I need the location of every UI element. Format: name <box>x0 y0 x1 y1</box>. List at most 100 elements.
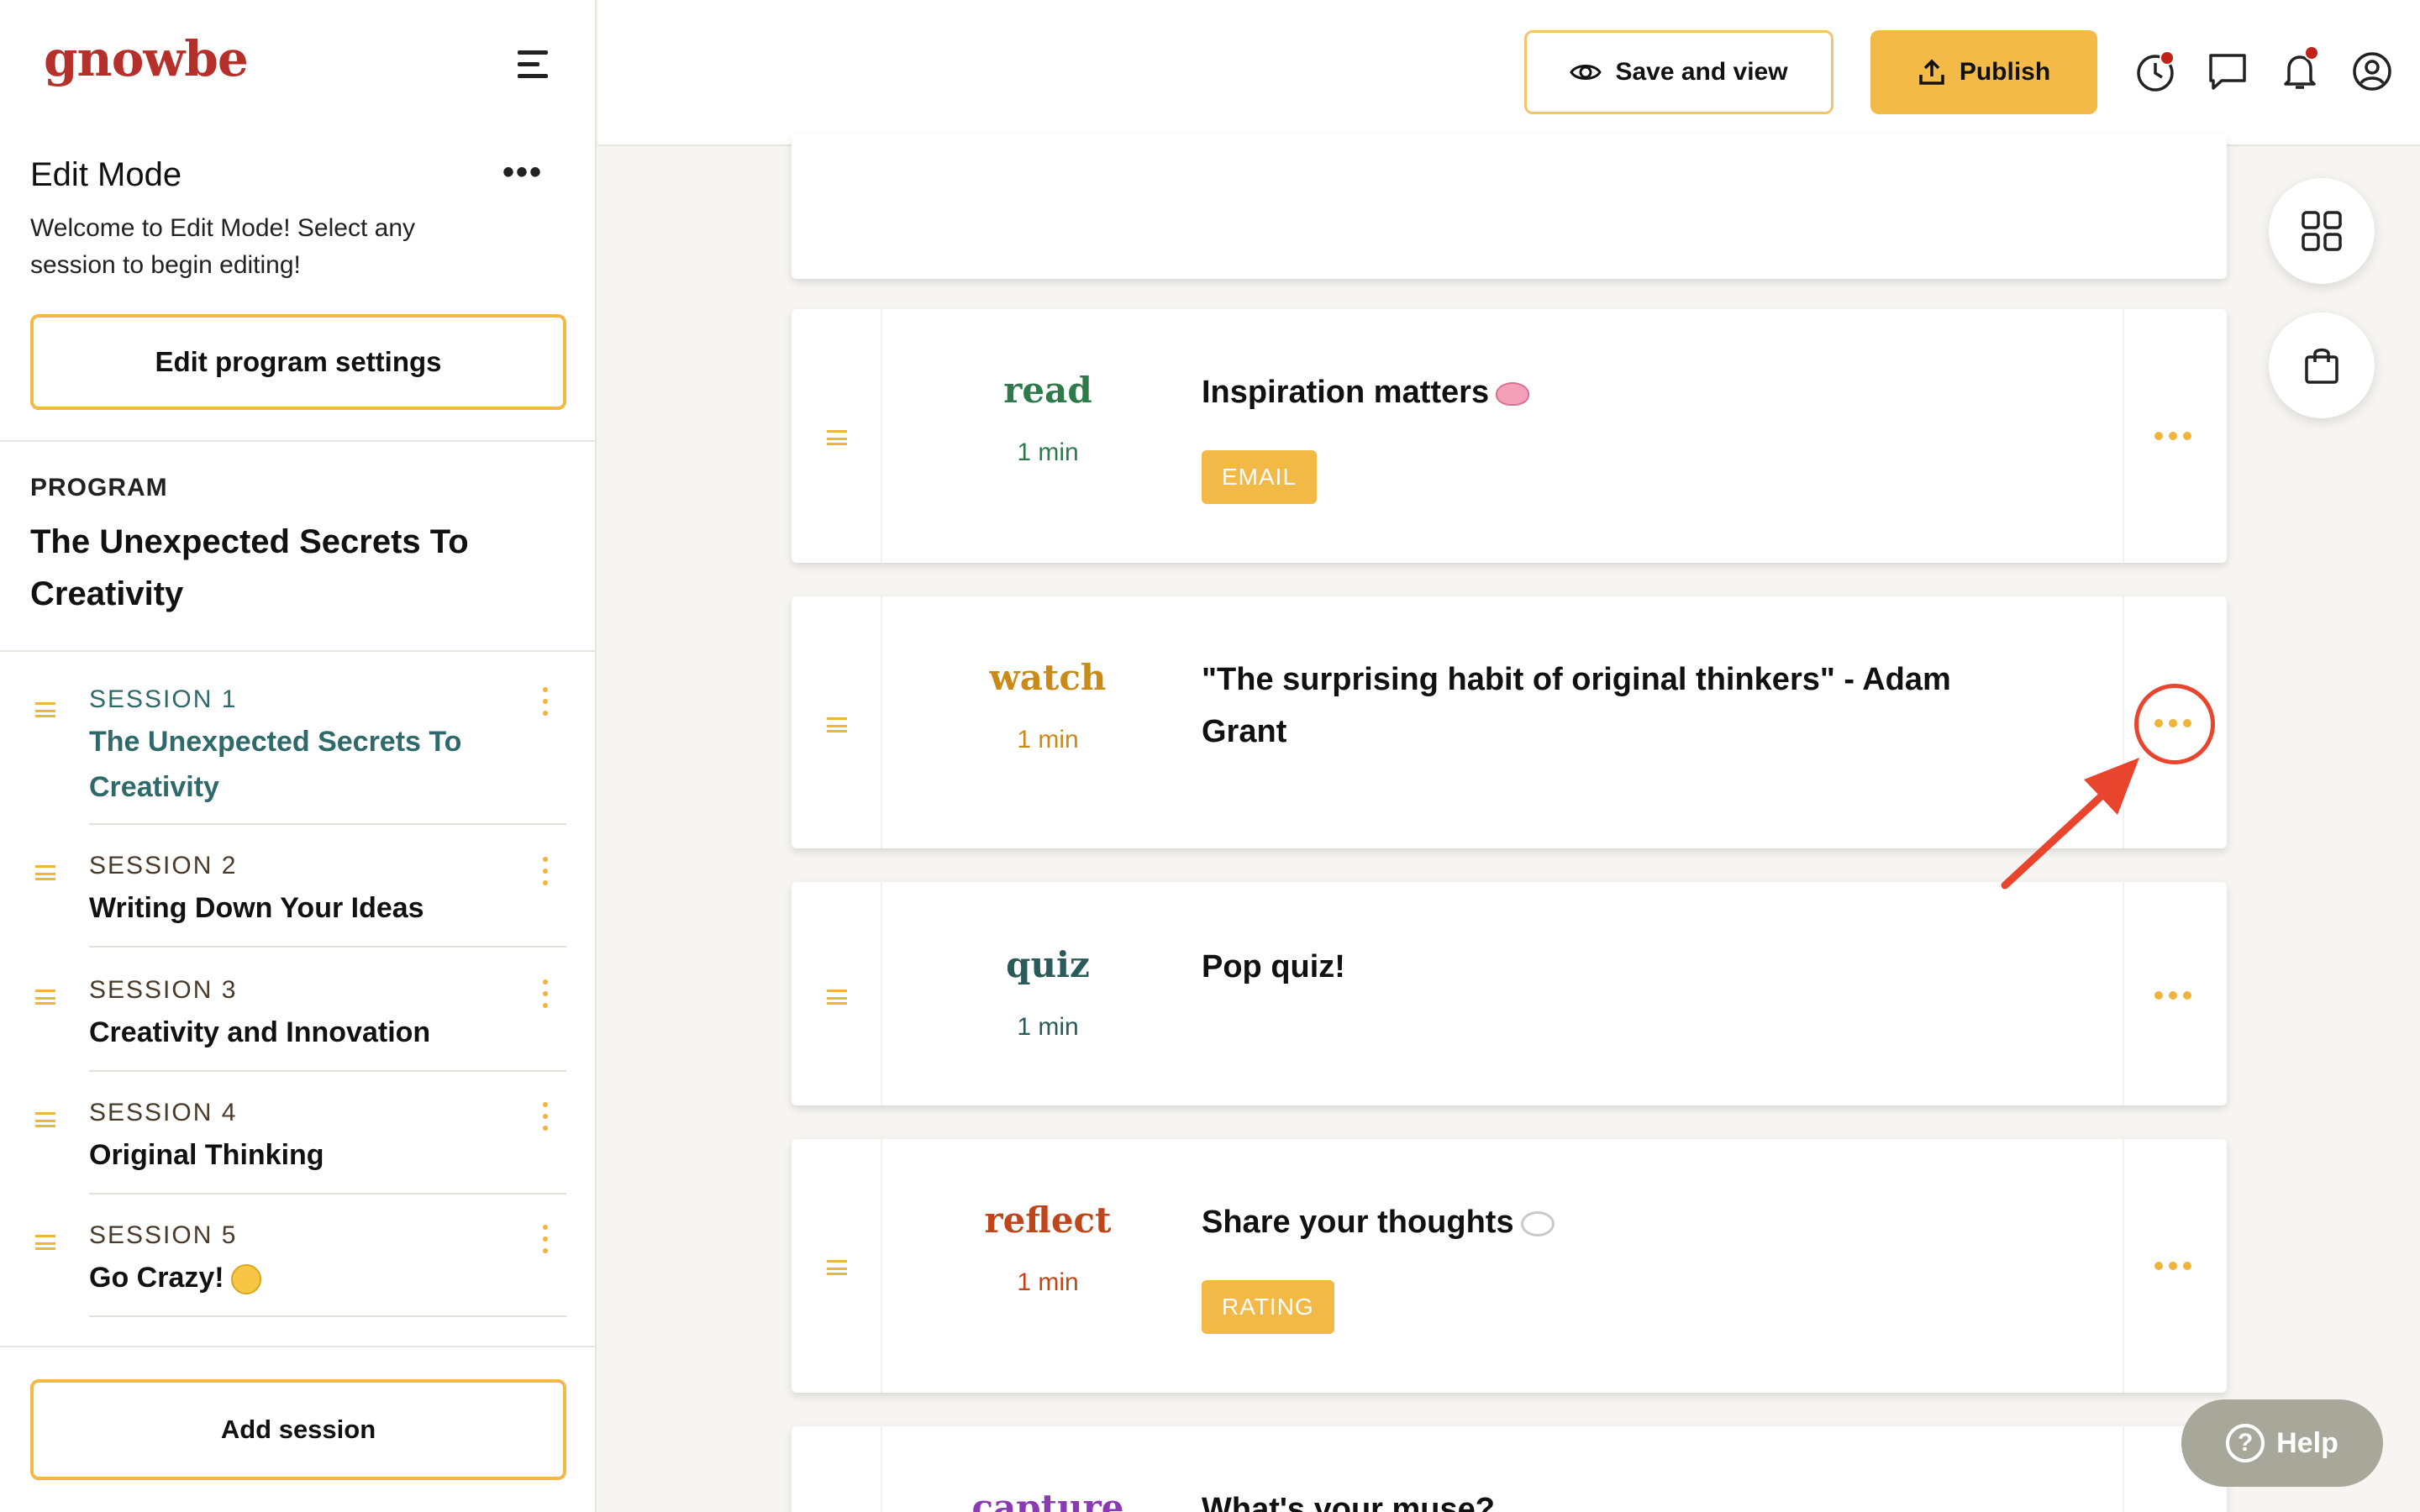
gnowbe-logo[interactable]: gnowbe <box>44 30 249 87</box>
drag-handle-icon[interactable] <box>35 702 55 717</box>
session-title: Creativity and Innovation <box>89 1016 431 1048</box>
add-session-button[interactable]: Add session <box>30 1379 566 1480</box>
card-type: read <box>1003 370 1092 411</box>
question-icon: ? <box>2226 1424 2265 1462</box>
session-title: Go Crazy! <box>89 1255 509 1300</box>
chat-icon[interactable] <box>2207 50 2249 92</box>
grid-view-button[interactable] <box>2269 178 2375 284</box>
session-menu-icon[interactable] <box>541 1102 550 1132</box>
drag-handle-icon[interactable] <box>827 990 847 1005</box>
card-title: Inspiration matters <box>1202 366 2008 418</box>
card-more-icon[interactable] <box>2153 991 2193 1001</box>
divider <box>0 440 595 442</box>
card-separator <box>2123 1426 2124 1512</box>
shop-button[interactable] <box>2269 312 2375 418</box>
card-separator <box>881 882 882 1105</box>
drag-handle-icon[interactable] <box>827 430 847 445</box>
publish-label: Publish <box>1959 58 2051 86</box>
card-separator <box>2123 1139 2124 1393</box>
session-menu-icon[interactable] <box>541 979 550 1010</box>
divider <box>89 1193 566 1194</box>
drag-handle-icon[interactable] <box>827 717 847 732</box>
card-separator <box>881 1139 882 1393</box>
session-number: SESSION 1 <box>89 685 238 713</box>
drag-handle-icon[interactable] <box>35 990 55 1005</box>
session-menu-icon[interactable] <box>541 1225 550 1255</box>
card-separator <box>2123 882 2124 1105</box>
notification-dot <box>2160 50 2175 66</box>
top-header: Save and view Publish <box>598 0 2420 146</box>
brain-emoji-icon <box>1496 381 1530 406</box>
card-duration: 1 min <box>1017 1268 1079 1296</box>
session-menu-icon[interactable] <box>541 857 550 887</box>
card-separator <box>2123 309 2124 563</box>
card-partial[interactable] <box>792 134 2227 279</box>
grid-icon <box>2302 211 2342 251</box>
divider <box>89 1315 566 1317</box>
publish-button[interactable]: Publish <box>1870 30 2097 114</box>
session-number: SESSION 2 <box>89 852 238 879</box>
session-menu-icon[interactable] <box>541 687 550 717</box>
help-button[interactable]: ? Help <box>2181 1399 2383 1487</box>
program-label: PROGRAM <box>30 474 168 501</box>
card-duration: 1 min <box>1017 726 1079 753</box>
card-more-icon[interactable] <box>2153 1262 2193 1272</box>
card-title-text: Inspiration matters <box>1202 375 1490 410</box>
shopping-bag-icon <box>2305 348 2338 384</box>
card-type: capture <box>971 1487 1124 1512</box>
divider <box>89 1070 566 1072</box>
session-number: SESSION 4 <box>89 1099 238 1126</box>
save-and-view-button[interactable]: Save and view <box>1524 30 1833 114</box>
card-more-icon[interactable] <box>2153 432 2193 442</box>
card-type: watch <box>989 657 1107 698</box>
session-title: The Unexpected Secrets To Creativity <box>89 726 462 803</box>
exploding-head-emoji-icon <box>230 1264 261 1295</box>
account-icon[interactable] <box>2351 50 2393 92</box>
eye-icon <box>1570 65 1602 80</box>
card-separator <box>881 1426 882 1512</box>
card-separator <box>881 596 882 848</box>
card-title: What's your muse? <box>1202 1492 1495 1512</box>
edit-mode-description: Welcome to Edit Mode! Select any session… <box>30 214 415 279</box>
program-title: The Unexpected Secrets To Creativity <box>30 523 469 612</box>
drag-handle-icon[interactable] <box>35 865 55 880</box>
thought-bubble-emoji-icon <box>1520 1210 1555 1236</box>
bell-icon[interactable] <box>2279 45 2321 92</box>
session-number: SESSION 5 <box>89 1221 238 1249</box>
drag-handle-icon[interactable] <box>35 1112 55 1127</box>
card-read[interactable]: read 1 min Inspiration matters EMAIL <box>792 309 2227 563</box>
card-separator <box>881 309 882 563</box>
session-title: Writing Down Your Ideas <box>89 892 424 924</box>
card-duration: 1 min <box>1017 1013 1079 1041</box>
session-title: Original Thinking <box>89 1139 324 1171</box>
annotation-arrow-icon <box>2001 758 2139 890</box>
collapse-sidebar-icon[interactable] <box>513 47 556 81</box>
save-and-view-label: Save and view <box>1615 58 1788 86</box>
card-type: quiz <box>1006 944 1090 985</box>
card-badge: RATING <box>1202 1280 1334 1334</box>
divider <box>0 650 595 652</box>
upload-icon <box>1919 59 1944 85</box>
card-duration: 1 min <box>1017 438 1079 466</box>
card-badge: EMAIL <box>1202 450 1318 504</box>
edit-mode-more-icon[interactable]: ••• <box>502 155 543 189</box>
sidebar: gnowbe Edit Mode ••• Welcome to Edit Mod… <box>0 0 597 1512</box>
card-title: Pop quiz! <box>1202 949 1345 984</box>
drag-handle-icon[interactable] <box>35 1235 55 1250</box>
divider <box>89 823 566 825</box>
notification-dot <box>2304 45 2319 60</box>
card-title-text: Share your thoughts <box>1202 1205 1514 1240</box>
card-capture[interactable]: capture What's your muse? <box>792 1426 2227 1512</box>
session-number: SESSION 3 <box>89 976 238 1004</box>
card-title: Share your thoughts <box>1202 1196 2008 1248</box>
edit-mode-title: Edit Mode <box>30 156 182 193</box>
card-reflect[interactable]: reflect 1 min Share your thoughts RATING <box>792 1139 2227 1393</box>
history-icon[interactable] <box>2134 50 2176 92</box>
drag-handle-icon[interactable] <box>827 1260 847 1275</box>
edit-program-settings-button[interactable]: Edit program settings <box>30 314 566 410</box>
divider <box>0 1346 595 1347</box>
card-quiz[interactable]: quiz 1 min Pop quiz! <box>792 882 2227 1105</box>
card-type: reflect <box>984 1200 1112 1241</box>
card-title: "The surprising habit of original thinke… <box>1202 662 1951 749</box>
divider <box>89 946 566 948</box>
